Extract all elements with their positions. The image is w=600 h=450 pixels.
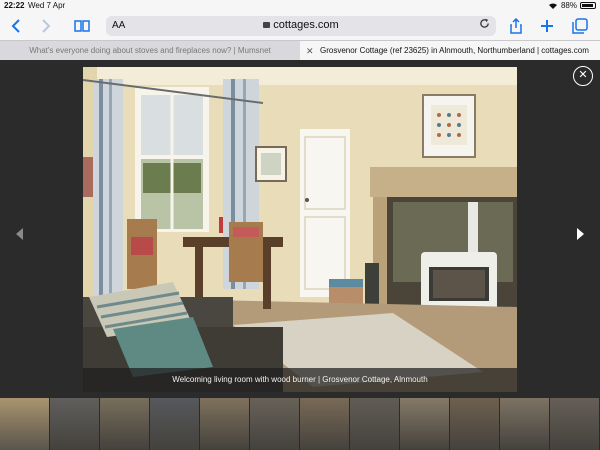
tabs-icon[interactable]: [570, 16, 590, 36]
tab-cottages[interactable]: ✕ Grosvenor Cottage (ref 23625) in Alnmo…: [300, 41, 600, 61]
arrow-right-icon: [577, 228, 584, 240]
status-date: Wed 7 Apr: [28, 1, 66, 10]
living-room-photo: [83, 67, 517, 392]
gallery-thumbnail[interactable]: [400, 398, 450, 450]
browser-toolbar: AA cottages.com: [0, 12, 600, 40]
gallery-thumbnail[interactable]: [300, 398, 350, 450]
gallery-thumbnail[interactable]: [100, 398, 150, 450]
gallery-thumbnail[interactable]: [150, 398, 200, 450]
url-host-text: cottages.com: [273, 19, 339, 31]
gallery-thumbnail[interactable]: [50, 398, 100, 450]
status-bar: 22:22 Wed 7 Apr 88%: [0, 0, 600, 12]
gallery-photo: Welcoming living room with wood burner |…: [83, 67, 517, 392]
gallery-thumbnail[interactable]: [0, 398, 50, 450]
gallery-thumbnail[interactable]: [200, 398, 250, 450]
reload-icon[interactable]: [479, 18, 490, 32]
status-time: 22:22: [4, 1, 25, 10]
share-icon[interactable]: [506, 16, 526, 36]
forward-icon[interactable]: [36, 16, 56, 36]
status-right: 88%: [548, 1, 596, 10]
photo-caption: Welcoming living room with wood burner |…: [83, 368, 517, 392]
battery-icon: [580, 2, 596, 9]
tab-mumsnet[interactable]: What's everyone doing about stoves and f…: [0, 41, 300, 61]
tab-cottages-label: Grosvenor Cottage (ref 23625) in Alnmout…: [320, 46, 589, 55]
gallery-thumbnail[interactable]: [350, 398, 400, 450]
arrow-left-icon: [16, 228, 23, 240]
back-icon[interactable]: [6, 16, 26, 36]
tab-strip: What's everyone doing about stoves and f…: [0, 40, 600, 61]
gallery-thumbnail[interactable]: [450, 398, 500, 450]
url-host: cottages.com: [106, 19, 496, 31]
bookmarks-icon[interactable]: [72, 16, 92, 36]
thumbnail-strip: [0, 398, 600, 450]
address-bar[interactable]: AA cottages.com: [106, 16, 496, 36]
photo-viewer: Welcoming living room with wood burner |…: [0, 60, 600, 450]
gallery-thumbnail[interactable]: [500, 398, 550, 450]
wifi-icon: [548, 2, 557, 9]
gallery-thumbnail[interactable]: [550, 398, 600, 450]
new-tab-icon[interactable]: [537, 16, 557, 36]
lock-icon: [263, 22, 271, 28]
battery-percent: 88%: [560, 1, 577, 10]
next-photo-button[interactable]: [574, 226, 588, 242]
gallery-thumbnail[interactable]: [250, 398, 300, 450]
close-gallery-button[interactable]: ✕: [573, 66, 593, 86]
previous-photo-button[interactable]: [12, 226, 26, 242]
close-tab-icon[interactable]: ✕: [306, 41, 314, 61]
